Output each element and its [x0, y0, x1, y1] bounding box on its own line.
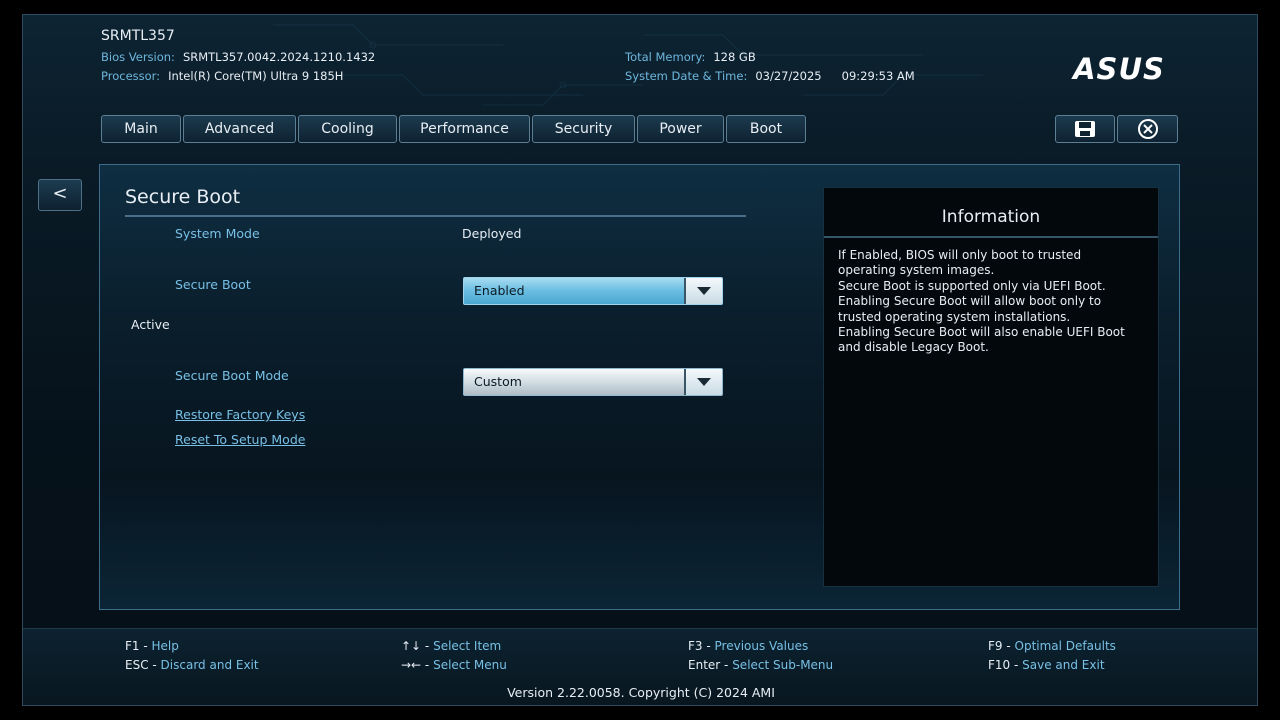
secure-boot-mode-dropdown[interactable]: Custom [463, 368, 723, 396]
info-line: Secure Boot is supported only via UEFI B… [838, 278, 1106, 293]
key-label: F9 [988, 639, 1003, 653]
save-button[interactable] [1055, 115, 1115, 143]
key-label: F1 [125, 639, 140, 653]
footer-key-arrows-horizontal: →← - Select Menu [401, 658, 507, 672]
key-label: →← [401, 658, 422, 672]
back-button[interactable]: < [38, 179, 82, 211]
processor-label: Processor: [101, 69, 161, 83]
page-title: Secure Boot [125, 186, 241, 208]
key-desc: Save and Exit [1022, 658, 1105, 672]
system-mode-value: Deployed [462, 226, 522, 241]
info-line: and disable Legacy Boot. [838, 340, 989, 355]
key-desc: Select Item [433, 639, 502, 653]
key-desc: Previous Values [714, 639, 809, 653]
key-desc: Select Menu [433, 658, 507, 672]
key-desc: Optimal Defaults [1014, 639, 1116, 653]
footer-key-enter: Enter - Select Sub-Menu [688, 658, 834, 672]
datetime-label: System Date & Time: [625, 69, 748, 83]
secure-boot-dropdown[interactable]: Enabled [463, 277, 723, 305]
key-label: F10 [988, 658, 1011, 672]
bios-screen: SRMTL357 Bios Version: SRMTL357.0042.2024… [22, 14, 1258, 706]
secure-boot-label: Secure Boot [175, 277, 251, 292]
close-circle-icon [1137, 119, 1158, 139]
content-panel: Secure Boot System Mode Deployed Secure … [99, 164, 1180, 610]
system-name: SRMTL357 [101, 28, 175, 44]
key-label: ESC [125, 658, 149, 672]
key-desc: Help [151, 639, 179, 653]
memory-value: 128 GB [713, 50, 756, 64]
chevron-down-icon [697, 378, 711, 386]
dropdown-arrow [684, 369, 722, 395]
processor-row: Processor: Intel(R) Core(TM) Ultra 9 185H [101, 69, 343, 83]
info-line: operating system images. [838, 263, 995, 278]
tab-cooling[interactable]: Cooling [298, 115, 397, 143]
tab-performance[interactable]: Performance [399, 115, 530, 143]
information-panel: Information If Enabled, BIOS will only b… [823, 187, 1159, 587]
secure-boot-status: Active [131, 317, 170, 332]
information-divider [824, 236, 1158, 238]
info-line: If Enabled, BIOS will only boot to trust… [838, 248, 1082, 262]
secure-boot-mode-selected: Custom [474, 374, 522, 389]
dropdown-arrow [684, 278, 722, 304]
tab-security[interactable]: Security [532, 115, 635, 143]
secure-boot-mode-label: Secure Boot Mode [175, 368, 289, 383]
footer-key-f9: F9 - Optimal Defaults [988, 639, 1116, 653]
save-icon [1075, 121, 1095, 137]
key-desc: Discard and Exit [160, 658, 259, 672]
info-line: Enabling Secure Boot will also enable UE… [838, 325, 1125, 340]
bios-version-value: SRMTL357.0042.2024.1210.1432 [182, 50, 376, 64]
title-divider [125, 215, 746, 217]
footer-key-f3: F3 - Previous Values [688, 639, 809, 653]
footer-key-esc: ESC - Discard and Exit [125, 658, 259, 672]
key-desc: Select Sub-Menu [732, 658, 834, 672]
bios-version-label: Bios Version: [101, 50, 175, 64]
main-tab-bar: Main Advanced Cooling Performance Securi… [101, 115, 806, 143]
memory-label: Total Memory: [625, 50, 706, 64]
key-help-footer: F1 - Help ESC - Discard and Exit ↑↓ - Se… [23, 628, 1257, 705]
time-value: 09:29:53 AM [841, 69, 915, 83]
bios-version-row: Bios Version: SRMTL357.0042.2024.1210.143… [101, 50, 375, 64]
tab-power[interactable]: Power [637, 115, 724, 143]
asus-logo: ASUS [1071, 55, 1165, 83]
footer-key-f10: F10 - Save and Exit [988, 658, 1105, 672]
secure-boot-selected: Enabled [474, 283, 525, 298]
tab-boot[interactable]: Boot [726, 115, 806, 143]
information-text: If Enabled, BIOS will only boot to trust… [838, 248, 1128, 356]
system-mode-label: System Mode [175, 226, 260, 241]
datetime-row: System Date & Time: 03/27/2025 09:29:53 AM [625, 69, 915, 83]
restore-factory-keys-link[interactable]: Restore Factory Keys [175, 407, 305, 422]
processor-value: Intel(R) Core(TM) Ultra 9 185H [168, 69, 344, 83]
footer-key-arrows-vertical: ↑↓ - Select Item [401, 639, 502, 653]
chevron-down-icon [697, 287, 711, 295]
key-label: F3 [688, 639, 703, 653]
memory-row: Total Memory: 128 GB [625, 50, 756, 64]
reset-setup-mode-link[interactable]: Reset To Setup Mode [175, 432, 305, 447]
version-text: Version 2.22.0058. Copyright (C) 2024 AM… [507, 685, 775, 700]
exit-button[interactable] [1117, 115, 1178, 143]
footer-key-f1: F1 - Help [125, 639, 179, 653]
key-label: ↑↓ [401, 639, 422, 653]
tab-advanced[interactable]: Advanced [183, 115, 296, 143]
info-line: trusted operating system installations. [838, 309, 1071, 324]
info-line: Enabling Secure Boot will allow boot onl… [838, 294, 1102, 309]
tab-main[interactable]: Main [101, 115, 181, 143]
key-label: Enter [688, 658, 721, 672]
date-value: 03/27/2025 [755, 69, 822, 83]
information-title: Information [941, 207, 1041, 227]
asus-logo-text: ASUS [1071, 55, 1165, 83]
